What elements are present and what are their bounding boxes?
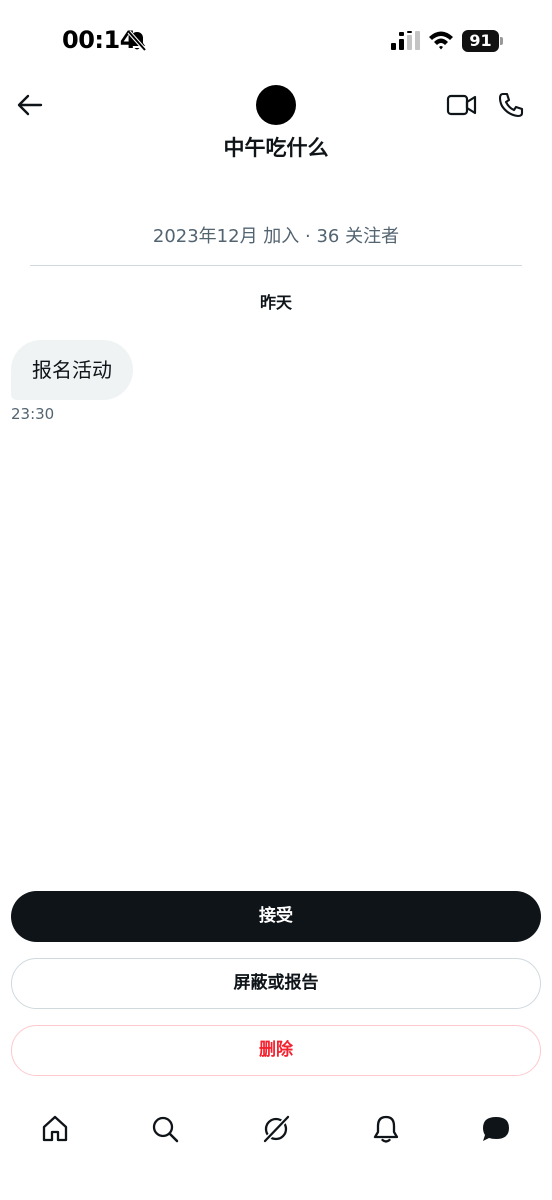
messages-icon: [483, 1117, 509, 1141]
message-timestamp: 23:30: [11, 405, 55, 423]
nav-search[interactable]: [147, 1111, 183, 1147]
block-or-report-button[interactable]: 屏蔽或报告: [11, 958, 541, 1009]
video-camera-icon: [446, 94, 477, 116]
status-bar: 00:14 91: [0, 0, 552, 80]
status-time: 00:14: [62, 26, 136, 54]
signal-icon: [391, 31, 420, 50]
back-arrow-icon: [17, 94, 43, 116]
bottom-nav: [0, 1095, 552, 1200]
battery-icon: 91: [462, 30, 504, 52]
voice-call-button[interactable]: [497, 91, 525, 119]
delete-button[interactable]: 删除: [11, 1025, 541, 1076]
bell-slash-icon: [127, 30, 147, 52]
home-icon: [42, 1115, 68, 1142]
battery-level: 91: [462, 30, 499, 52]
accept-button[interactable]: 接受: [11, 891, 541, 942]
avatar[interactable]: [256, 85, 296, 125]
phone-icon: [498, 92, 524, 118]
nav-notifications[interactable]: [368, 1111, 404, 1147]
notifications-icon: [373, 1115, 399, 1143]
search-icon: [152, 1116, 179, 1143]
divider: [30, 265, 522, 266]
nav-home[interactable]: [37, 1111, 73, 1147]
chat-title[interactable]: 中午吃什么: [0, 132, 552, 162]
battery-tip: [500, 37, 503, 45]
back-button[interactable]: [15, 90, 45, 120]
day-separator: 昨天: [259, 293, 292, 312]
video-call-button[interactable]: [446, 91, 478, 119]
profile-meta: 2023年12月 加入 · 36 关注者: [152, 226, 400, 247]
message-bubble[interactable]: 报名活动: [11, 340, 133, 400]
grok-icon: [263, 1115, 290, 1143]
nav-messages[interactable]: [478, 1111, 514, 1147]
wifi-icon: [429, 31, 453, 50]
dm-request-screen: 00:14 91 中午吃什么 2023年12月 加入 · 36 关注者 昨天 报…: [0, 0, 552, 1200]
nav-grok[interactable]: [258, 1111, 294, 1147]
